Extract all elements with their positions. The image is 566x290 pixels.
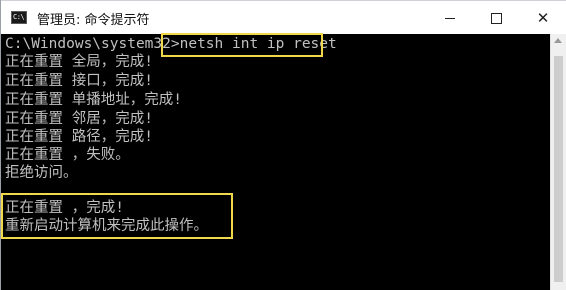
cmd-icon-glyph: C:\: [13, 13, 25, 21]
output-line: 正在重置 全局，完成!: [5, 54, 153, 70]
scroll-up-arrow-icon[interactable]: [554, 38, 562, 43]
window-title: 管理员: 命令提示符: [37, 13, 150, 28]
cmd-icon[interactable]: C:\: [11, 11, 27, 24]
scrollbar-thumb[interactable]: [554, 56, 563, 282]
maximize-icon: [490, 12, 502, 24]
result-highlight-box: [1, 193, 233, 239]
close-icon: ✕: [536, 8, 550, 27]
maximize-button[interactable]: [473, 1, 519, 35]
prompt-text: C:\Windows\system32>: [5, 36, 180, 52]
output-line: 正在重置 邻居，完成!: [5, 111, 153, 127]
minimize-icon: [445, 17, 455, 19]
title-bar[interactable]: C:\ 管理员: 命令提示符 ✕: [1, 0, 566, 34]
close-button[interactable]: ✕: [519, 1, 566, 35]
vertical-scrollbar[interactable]: [550, 34, 566, 290]
command-highlight-box: [161, 33, 323, 57]
minimize-button[interactable]: [427, 1, 473, 35]
output-line: 正在重置 路径，完成!: [5, 129, 153, 145]
output-line: 正在重置 单播地址，完成!: [5, 92, 182, 108]
command-prompt-window: C:\ 管理员: 命令提示符 ✕ C:\Windows\system32>net…: [0, 0, 566, 290]
output-line: 正在重置 ，失败。: [5, 147, 130, 163]
output-line: 拒绝访问。: [5, 165, 78, 181]
output-line: 正在重置 接口，完成!: [5, 73, 153, 89]
